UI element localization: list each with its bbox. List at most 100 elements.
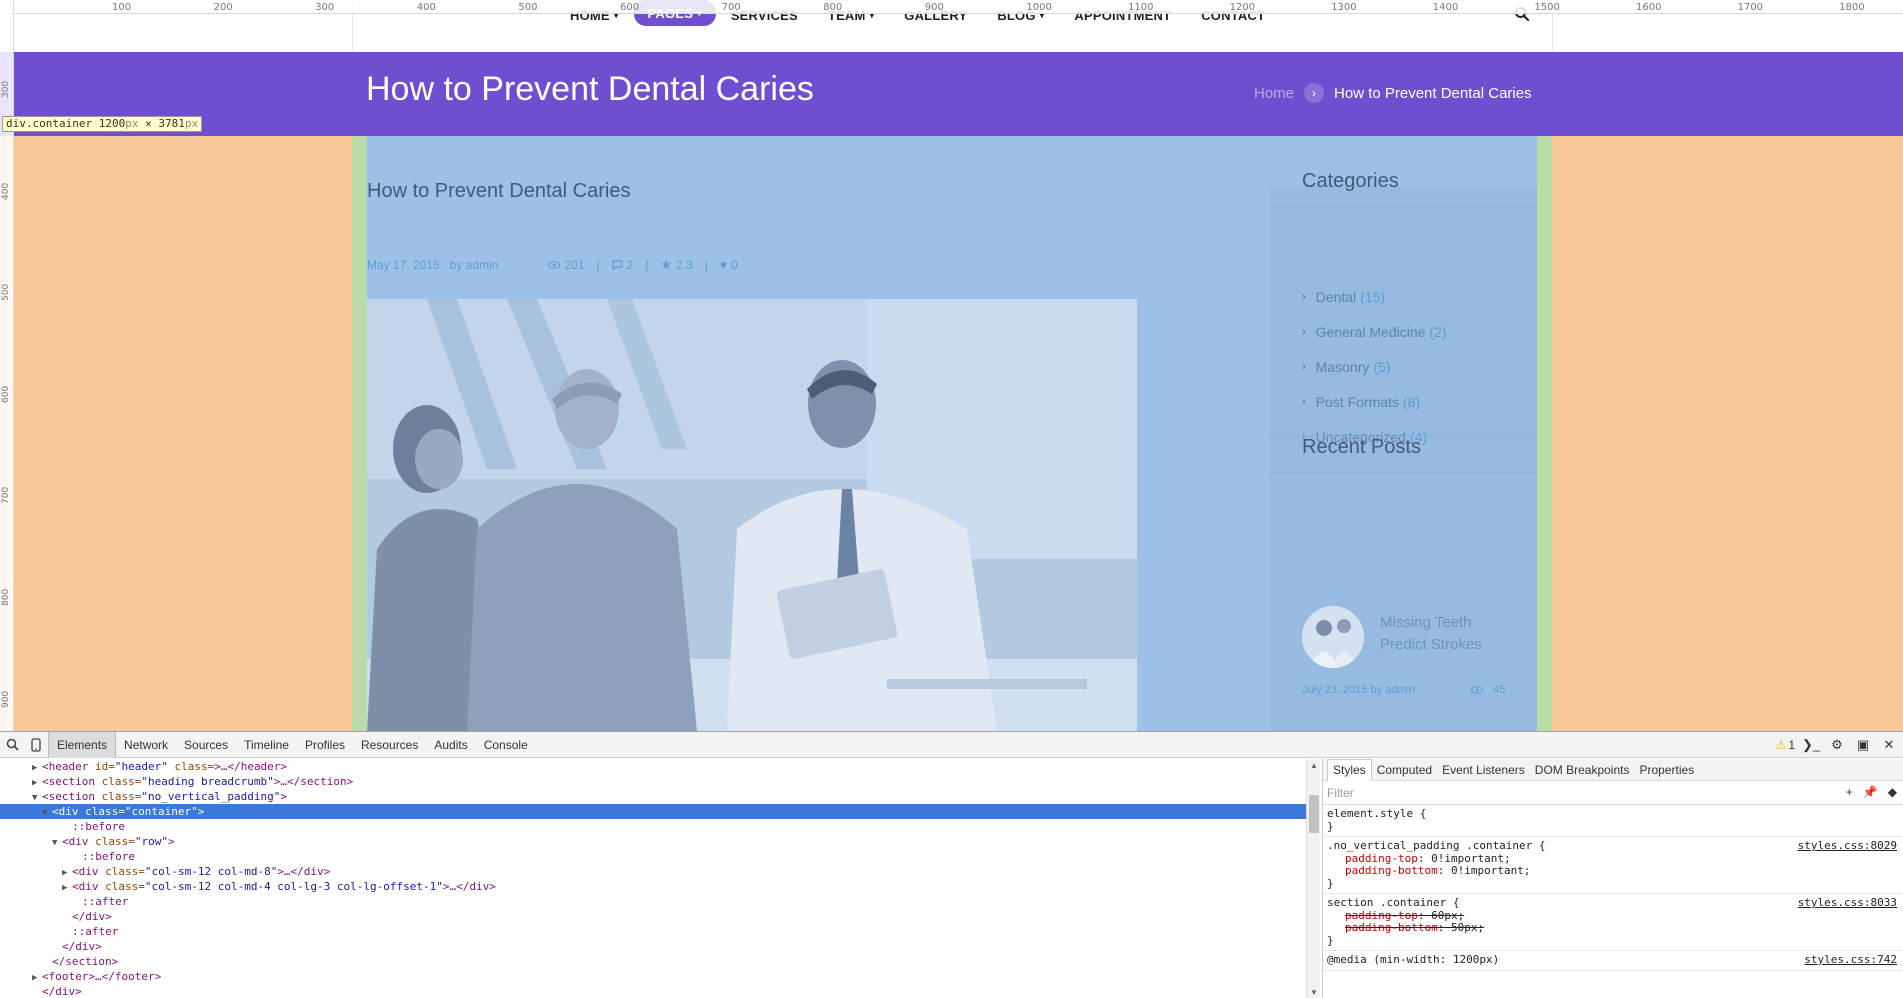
tooltip-width: 1200 [98,117,126,130]
dom-tag-close: >…</footer> [88,970,162,983]
recent-post-author[interactable]: admin [1385,684,1415,696]
dom-node[interactable]: ▼ <div class="container"> [0,804,1306,819]
recent-post-thumbnail[interactable] [1302,606,1364,668]
tab-sources[interactable]: Sources [176,732,236,758]
ruler-tick: 1300 [1331,2,1357,13]
styles-filter[interactable]: Filter + 📌 ◆ [1323,781,1903,805]
category-name[interactable]: General Medicine [1316,324,1426,340]
dom-attr-name: id= [88,760,115,773]
expand-triangle-icon[interactable]: ▶ [62,881,72,896]
color-format-icon[interactable]: ◆ [1888,785,1897,799]
styles-tab-dom-breakpoints[interactable]: DOM Breakpoints [1530,759,1635,781]
dom-node[interactable]: </div> [0,984,1306,998]
dock-side-icon[interactable]: ▣ [1853,737,1873,753]
views-value: 201 [564,258,585,272]
breadcrumb-home-link[interactable]: Home [1254,85,1294,102]
category-item[interactable]: › Post Formats (8) [1302,384,1447,419]
style-rule[interactable]: @media (min-width: 1200px) styles.css:742 [1323,951,1903,971]
warning-badge[interactable]: ⚠ 1 [1776,738,1795,752]
scroll-thumb[interactable] [1309,795,1319,833]
tab-network[interactable]: Network [116,732,176,758]
post-date[interactable]: May 17, 2015 [367,258,440,272]
tab-timeline[interactable]: Timeline [236,732,297,758]
elements-dom-tree[interactable]: ▶ <header id="header" class=>…</header> ▶ <… [0,759,1306,998]
recent-post-date[interactable]: July 23, 2015 [1302,684,1367,696]
collapse-triangle-icon[interactable]: ▼ [52,836,62,851]
categories-list: › Dental (15) › General Medicine (2) › Masonry(… [1302,279,1447,454]
likes-count[interactable]: ♥ 0 [720,258,738,272]
collapse-triangle-icon[interactable]: ▼ [32,791,42,806]
console-drawer-icon[interactable]: ❯_ [1801,737,1821,753]
tab-console[interactable]: Console [476,732,536,758]
category-name[interactable]: Post Formats [1316,394,1399,410]
css-property-value: : 60px; [1417,908,1465,922]
category-item[interactable]: › Dental (15) [1302,279,1447,314]
dom-node[interactable]: </section> [0,954,1306,969]
scroll-up-icon[interactable]: ▲ [1310,761,1318,770]
dom-node[interactable]: </div> [0,939,1306,954]
filter-placeholder[interactable]: Filter [1327,786,1354,800]
style-rule[interactable]: element.style {} [1323,805,1903,837]
css-property-value: : 0!important; [1437,864,1531,877]
category-item[interactable]: › Masonry (5) [1302,349,1447,384]
post-title[interactable]: How to Prevent Dental Caries [367,180,630,203]
dom-node[interactable]: ▶ <header id="header" class=>…</header> [0,759,1306,774]
tab-elements[interactable]: Elements [48,731,117,758]
dom-tag: </section> [52,955,119,968]
styles-tab-computed[interactable]: Computed [1372,759,1437,781]
dom-tag-close: > [280,790,288,803]
dom-attr-name: class= [94,790,142,803]
recent-post-title[interactable]: Missing Teeth Predict Strokes [1380,612,1520,656]
css-property[interactable]: padding-bottom: 50px; [1327,921,1899,935]
rule-source-link[interactable]: styles.css:742 [1804,953,1897,967]
dom-node[interactable]: ▶ <div class="col-sm-12 col-md-4 col-lg-3… [0,879,1306,894]
dom-node[interactable]: ▶ <div class="col-sm-12 col-md-8">…</div> [0,864,1306,879]
tab-audits[interactable]: Audits [426,732,475,758]
dom-node[interactable]: ::after [0,924,1306,939]
rule-source-link[interactable]: styles.css:8029 [1798,839,1897,853]
dom-attr-value: "row" [134,835,168,848]
category-item[interactable]: › General Medicine (2) [1302,314,1447,349]
styles-tab-properties[interactable]: Properties [1634,759,1699,781]
tab-resources[interactable]: Resources [353,732,426,758]
ruler-tick: 1400 [1432,2,1459,13]
dom-node[interactable]: ▼ <section class="no_vertical_padding"> [0,789,1306,804]
style-rule[interactable]: section .container {styles.css:8033 paddi… [1323,894,1903,951]
css-property-value: : 50px; [1437,921,1485,934]
comments-count[interactable]: 2 [611,258,633,272]
inspect-search-icon[interactable] [0,732,24,758]
settings-gear-icon[interactable]: ⚙ [1827,737,1847,753]
ruler-tick: 500 [1,284,11,302]
ruler-tick: 300 [1,80,11,98]
tab-profiles[interactable]: Profiles [297,732,353,758]
recent-divider [1270,472,1537,473]
ruler-tick: 1500 [1534,2,1560,13]
dom-attr-name: class= [78,805,125,818]
ruler-tick: 1600 [1636,2,1662,13]
new-style-rule-icon[interactable]: + [1846,785,1853,799]
category-name[interactable]: Masonry [1316,359,1370,375]
device-mode-icon[interactable] [24,732,48,758]
collapse-triangle-icon[interactable]: ▼ [42,806,52,821]
toggle-element-state-icon[interactable]: 📌 [1863,785,1878,799]
dom-tree-scrollbar[interactable]: ▲ ▼ [1306,759,1320,998]
dom-node[interactable]: ::before [0,849,1306,864]
css-property[interactable]: padding-bottom: 0!important; [1327,864,1899,878]
dom-node[interactable]: ▶ <section class="heading breadcrumb">…</… [0,774,1306,789]
dom-node[interactable]: </div> [0,909,1306,924]
dom-node[interactable]: ▼ <div class="row"> [0,834,1306,849]
styles-tab-event-listeners[interactable]: Event Listeners [1437,759,1530,781]
dom-node[interactable]: ▶ <footer>…</footer> [0,969,1306,984]
scroll-down-icon[interactable]: ▼ [1310,988,1318,997]
close-icon[interactable]: ✕ [1879,737,1899,753]
style-rule[interactable]: .no_vertical_padding .container {styles.… [1323,837,1903,894]
recent-post-views: 45 [1471,684,1505,696]
dom-node[interactable]: ::before [0,819,1306,834]
rule-source-link[interactable]: styles.css:8033 [1798,896,1897,910]
chevron-right-icon: › [1302,325,1306,338]
styles-tab-styles[interactable]: Styles [1327,759,1372,781]
ruler-tick: 800 [1,588,11,606]
category-name[interactable]: Dental [1316,289,1356,305]
dom-node[interactable]: ::after [0,894,1306,909]
post-author-link[interactable]: admin [466,258,499,272]
